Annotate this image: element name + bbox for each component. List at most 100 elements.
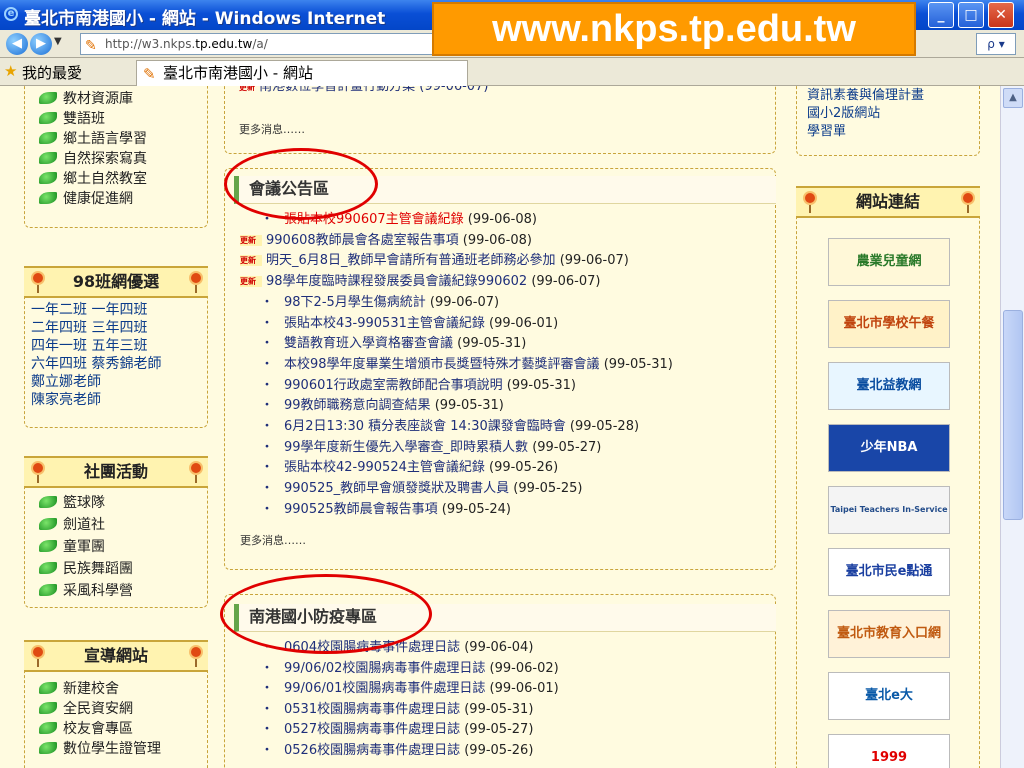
- right-link-item[interactable]: 資訊素養與倫理計畫: [807, 87, 924, 105]
- epidemic-item[interactable]: ・ 99/06/01校園腸病毒事件處理日誌 (99-06-01): [240, 679, 772, 699]
- promo-link-item[interactable]: 全民資安網: [39, 699, 133, 719]
- epidemic-item[interactable]: ・ 99/06/02校園腸病毒事件處理日誌 (99-06-02): [240, 659, 772, 679]
- left-link-item[interactable]: 鄉土語言學習: [39, 129, 147, 149]
- meeting-item[interactable]: ・本校98學年度畢業生增頒市長獎暨特殊才藝獎評審會議 (99-05-31): [240, 355, 772, 375]
- forward-button[interactable]: ▶: [30, 33, 52, 55]
- partner-site-logo[interactable]: 少年NBA: [828, 424, 950, 472]
- favorites-star-icon[interactable]: ★: [4, 62, 17, 80]
- pin-icon: [189, 271, 203, 293]
- meeting-item-title[interactable]: 990601行政處室需教師配合事項說明: [284, 378, 503, 393]
- scroll-up-arrow-icon[interactable]: ▲: [1003, 88, 1023, 108]
- meeting-item-title[interactable]: 雙語教育班入學資格審查會議: [284, 336, 453, 351]
- meeting-item[interactable]: ・ 990601行政處室需教師配合事項說明 (99-05-31): [240, 376, 772, 396]
- meeting-item-title[interactable]: 990525教師晨會報告事項: [284, 502, 438, 517]
- promo-link-item[interactable]: 校友會專區: [39, 719, 133, 739]
- left-link-item[interactable]: 鄉土自然教室: [39, 169, 147, 189]
- partner-site-logo[interactable]: Taipei Teachers In-Service Information: [828, 486, 950, 534]
- right-link-item[interactable]: 國小2版網站: [807, 105, 880, 123]
- vertical-scrollbar[interactable]: ▲: [1000, 86, 1024, 768]
- leaf-icon: [39, 518, 57, 530]
- promo-link-item[interactable]: 新建校舍: [39, 679, 119, 699]
- left-link-item[interactable]: 健康促進網: [39, 189, 133, 209]
- left-link-item[interactable]: 自然探索寫真: [39, 149, 147, 169]
- pin-icon: [31, 271, 45, 293]
- meeting-item-title[interactable]: 6月2日13:30 積分表座談會 14:30課發會臨時會: [284, 419, 566, 434]
- left-link-item[interactable]: 雙語班: [39, 109, 105, 129]
- meeting-item[interactable]: 更新 明天_6月8日_教師早會請所有普通班老師務必參加 (99-06-07): [240, 251, 772, 271]
- minimize-button[interactable]: _: [928, 2, 954, 28]
- meeting-item-title[interactable]: 98下2-5月學生傷病統計: [284, 295, 426, 310]
- close-button[interactable]: ✕: [988, 2, 1014, 28]
- meeting-item[interactable]: 更新 990608教師晨會各處室報告事項 (99-06-08): [240, 231, 772, 251]
- promo-link-item[interactable]: 數位學生證管理: [39, 739, 161, 759]
- news-partial-item[interactable]: 更新 南港數位學習計畫行動方案 (99-06-07): [239, 86, 759, 94]
- epidemic-item-title[interactable]: 99/06/02校園腸病毒事件處理日誌: [284, 661, 485, 676]
- meeting-item-title[interactable]: 明天_6月8日_教師早會請所有普通班老師務必參加: [266, 253, 556, 268]
- leaf-icon: [39, 742, 57, 754]
- partner-site-logo[interactable]: 農業兒童網: [828, 238, 950, 286]
- news-more-link[interactable]: 更多消息……: [239, 121, 305, 137]
- browser-tab[interactable]: ✎ 臺北市南港國小 - 網站: [136, 60, 468, 86]
- club-link-item[interactable]: 劍道社: [39, 515, 105, 535]
- meeting-item-title[interactable]: 本校98學年度畢業生增頒市長獎暨特殊才藝獎評審會議: [284, 357, 600, 372]
- meeting-item-date: (99-06-08): [467, 212, 537, 227]
- bullet: ・: [260, 356, 274, 372]
- class-list-line[interactable]: 一年二班 一年四班: [31, 301, 147, 320]
- leaf-icon: [39, 540, 57, 552]
- meeting-item-date: (99-05-26): [489, 460, 559, 476]
- meeting-item[interactable]: ・雙語教育班入學資格審查會議 (99-05-31): [240, 334, 772, 354]
- meeting-item[interactable]: ・ 98下2-5月學生傷病統計 (99-06-07): [240, 293, 772, 313]
- class-list-line[interactable]: 四年一班 五年三班: [31, 337, 147, 356]
- class-list-line[interactable]: 鄭立娜老師: [31, 373, 101, 392]
- partner-site-logo[interactable]: 臺北市學校午餐: [828, 300, 950, 348]
- address-input[interactable]: ✎ http://w3.nkps.tp.edu.tw/a/: [80, 33, 440, 55]
- meeting-item[interactable]: ・ 99學年度新生優先入學審查_即時累積人數 (99-05-27): [240, 438, 772, 458]
- club-link-item[interactable]: 籃球隊: [39, 493, 105, 513]
- epidemic-item-title[interactable]: 0527校園腸病毒事件處理日誌: [284, 722, 460, 737]
- epidemic-item-title[interactable]: 99/06/01校園腸病毒事件處理日誌: [284, 681, 485, 696]
- epidemic-item-date: (99-05-26): [464, 742, 534, 758]
- class-list-line[interactable]: 六年四班 蔡秀錦老師: [31, 355, 161, 374]
- meeting-item-title[interactable]: 990608教師晨會各處室報告事項: [266, 233, 459, 248]
- partner-site-logo[interactable]: 臺北益教網: [828, 362, 950, 410]
- meeting-item-title[interactable]: 98學年度臨時課程發展委員會議紀錄990602: [266, 274, 527, 289]
- epidemic-item[interactable]: ・ 0531校園腸病毒事件處理日誌 (99-05-31): [240, 700, 772, 720]
- partner-site-logo[interactable]: 臺北市民e點通: [828, 548, 950, 596]
- club-link-item[interactable]: 童軍團: [39, 537, 105, 557]
- meetings-more-link[interactable]: 更多消息……: [240, 532, 306, 548]
- meeting-item[interactable]: ・ 6月2日13:30 積分表座談會 14:30課發會臨時會 (99-05-28): [240, 417, 772, 437]
- meeting-item-date: (99-06-01): [489, 315, 559, 331]
- partner-site-logo[interactable]: 1999: [828, 734, 950, 768]
- epidemic-item[interactable]: ・ 0526校園腸病毒事件處理日誌 (99-05-26): [240, 741, 772, 761]
- meeting-item-title[interactable]: 99學年度新生優先入學審查_即時累積人數: [284, 440, 528, 455]
- meeting-item-title[interactable]: 990525_教師早會頒發獎狀及聘書人員: [284, 481, 509, 496]
- club-link-item[interactable]: 采風科學營: [39, 581, 133, 601]
- meeting-item[interactable]: 更新 98學年度臨時課程發展委員會議紀錄990602 (99-06-07): [240, 272, 772, 292]
- promo-box: 宣導網站 新建校舍 全民資安網 校友會專區 數位學生證管理: [24, 640, 208, 768]
- meeting-item[interactable]: ・張貼本校43-990531主管會議紀錄 (99-06-01): [240, 314, 772, 334]
- back-button[interactable]: ◀: [6, 33, 28, 55]
- class-list-line[interactable]: 陳家亮老師: [31, 391, 101, 410]
- maximize-button[interactable]: □: [958, 2, 984, 28]
- partner-site-logo[interactable]: 臺北市教育入口網: [828, 610, 950, 658]
- meeting-item-title[interactable]: 張貼本校42-990524主管會議紀錄: [284, 460, 485, 475]
- search-button[interactable]: ρ ▾: [976, 33, 1016, 55]
- class-list-line[interactable]: 二年四班 三年四班: [31, 319, 147, 338]
- epidemic-item-title[interactable]: 0526校園腸病毒事件處理日誌: [284, 743, 460, 758]
- scroll-thumb[interactable]: [1003, 310, 1023, 520]
- meeting-item[interactable]: ・ 99教師職務意向調查結果 (99-05-31): [240, 396, 772, 416]
- left-link-item[interactable]: 教材資源庫: [39, 89, 133, 109]
- meeting-item-title[interactable]: 張貼本校43-990531主管會議紀錄: [284, 316, 485, 331]
- epidemic-item-title[interactable]: 0531校園腸病毒事件處理日誌: [284, 702, 460, 717]
- epidemic-item[interactable]: ・ 0527校園腸病毒事件處理日誌 (99-05-27): [240, 720, 772, 740]
- meeting-item[interactable]: ・張貼本校42-990524主管會議紀錄 (99-05-26): [240, 458, 772, 478]
- meeting-item[interactable]: ・ 990525教師晨會報告事項 (99-05-24): [240, 500, 772, 520]
- partner-site-logo[interactable]: 臺北e大: [828, 672, 950, 720]
- meeting-item-title[interactable]: 99教師職務意向調查結果: [284, 398, 431, 413]
- history-dropdown-icon[interactable]: ▼: [54, 36, 62, 47]
- meeting-item[interactable]: ・ 990525_教師早會頒發獎狀及聘書人員 (99-05-25): [240, 479, 772, 499]
- right-link-item[interactable]: 學習單: [807, 123, 846, 141]
- news-box: 更新 南港數位學習計畫行動方案 (99-06-07) 更多消息……: [224, 86, 776, 154]
- favorites-label[interactable]: 我的最愛: [22, 62, 82, 83]
- club-link-item[interactable]: 民族舞蹈團: [39, 559, 133, 579]
